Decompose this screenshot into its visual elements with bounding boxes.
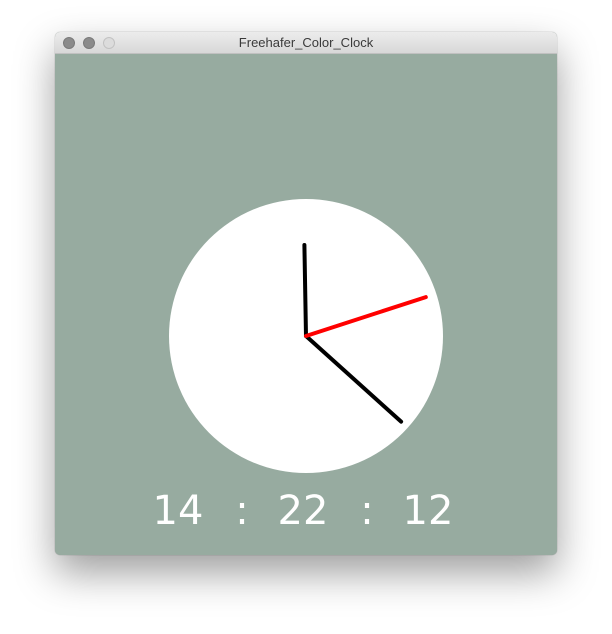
app-window: Freehafer_Color_Clock 14 : 22 : 12 — [55, 32, 557, 555]
window-title: Freehafer_Color_Clock — [238, 35, 374, 50]
time-separator: : — [235, 488, 249, 534]
time-seconds: 12 — [402, 488, 454, 534]
title-bar[interactable]: Freehafer_Color_Clock — [55, 32, 557, 54]
time-hours: 14 — [152, 488, 204, 534]
clock-canvas: 14 : 22 : 12 — [55, 54, 557, 555]
time-minutes: 22 — [277, 488, 329, 534]
hour-hand-icon — [302, 243, 308, 338]
time-separator: : — [360, 488, 374, 534]
clock-graphic — [169, 199, 443, 473]
